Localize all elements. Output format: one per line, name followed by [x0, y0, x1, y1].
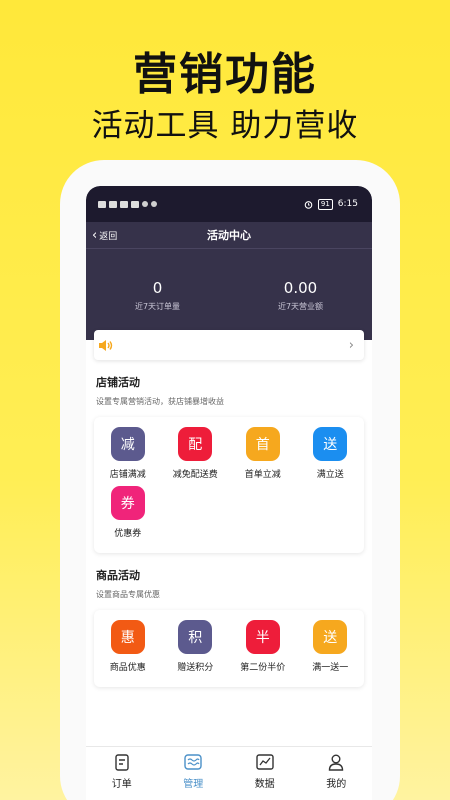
shop-section-desc: 设置专属营销活动，获店铺暴增收益: [96, 397, 224, 406]
stat-orders-label: 近7天订单量: [134, 302, 181, 311]
app-notify-icon: [131, 200, 139, 208]
user-icon: [328, 753, 344, 771]
promo-title: 营销功能: [133, 49, 317, 100]
wechat-icon: [142, 201, 148, 207]
battery-level: 91: [317, 198, 333, 210]
tool-label: 优惠券: [114, 529, 142, 539]
manage-icon: [184, 753, 202, 771]
tool-label: 减免配送费: [172, 470, 218, 480]
speaker-icon: [98, 338, 116, 352]
chevron-left-icon: ‹: [92, 227, 98, 243]
tab-manage[interactable]: 管理: [158, 747, 230, 800]
bottom-tab-bar: 订单 管理 数据 我的: [86, 746, 372, 800]
tool-goods-discount[interactable]: 惠 商品优惠: [94, 620, 162, 673]
promo-subtitle: 活动工具 助力营收: [91, 108, 359, 144]
tool-label: 满立送: [316, 470, 344, 480]
bogo-icon: 送: [313, 620, 348, 654]
status-time: 6:15: [337, 199, 358, 209]
stats-panel: 0 近7天订单量 0.00 近7天营业额: [86, 248, 372, 340]
tool-label: 赠送积分: [177, 663, 214, 673]
goods-discount-icon: 惠: [110, 620, 145, 654]
stat-revenue-label: 近7天营业额: [277, 302, 324, 311]
app-screen: 91 6:15 ‹ 返回 活动中心 0 近7天订单量 0.00 近7天营业额 ›…: [86, 186, 372, 800]
points-icon: 积: [178, 620, 213, 654]
alarm-icon: [304, 200, 313, 209]
nav-bar: ‹ 返回 活动中心: [86, 222, 372, 248]
chevron-right-icon: ›: [348, 337, 354, 353]
tab-data[interactable]: 数据: [229, 747, 301, 800]
tool-label: 满一送一: [312, 663, 349, 673]
goods-section-header: 商品活动 设置商品专属优惠: [86, 553, 372, 600]
status-bar: 91 6:15: [86, 186, 372, 222]
gift-icon: 送: [313, 427, 348, 461]
signal-icon: [109, 200, 117, 208]
notice-bar[interactable]: ›: [94, 330, 364, 360]
tool-label: 商品优惠: [109, 663, 146, 673]
stat-orders: 0 近7天订单量: [86, 279, 229, 312]
shop-section-title: 店铺活动: [96, 376, 140, 389]
discount-icon: 减: [110, 427, 145, 461]
tool-label: 第二份半价: [240, 663, 286, 673]
tool-buy-one-get-one[interactable]: 送 满一送一: [297, 620, 365, 673]
tab-label: 我的: [326, 779, 347, 790]
tool-label: 首单立减: [244, 470, 281, 480]
order-icon: [115, 753, 129, 771]
tool-gift-on-spend[interactable]: 送 满立送: [297, 427, 365, 480]
tab-orders[interactable]: 订单: [86, 747, 158, 800]
first-order-icon: 首: [245, 427, 280, 461]
wifi-icon: [120, 200, 128, 208]
tab-me[interactable]: 我的: [301, 747, 373, 800]
tool-label: 店铺满减: [109, 470, 146, 480]
goods-section-title: 商品活动: [96, 569, 140, 582]
notification-icon: [98, 200, 106, 208]
goods-section-desc: 设置商品专属优惠: [96, 590, 160, 599]
stat-revenue: 0.00 近7天营业额: [229, 279, 372, 312]
tab-label: 订单: [111, 779, 132, 790]
back-label: 返回: [99, 231, 118, 242]
status-icons-left: [98, 200, 157, 208]
tab-label: 数据: [254, 779, 275, 790]
tool-first-order[interactable]: 首 首单立减: [229, 427, 297, 480]
tool-free-delivery[interactable]: 配 减免配送费: [162, 427, 230, 480]
tool-bonus-points[interactable]: 积 赠送积分: [162, 620, 230, 673]
chart-icon: [256, 753, 274, 771]
stat-revenue-value: 0.00: [283, 279, 318, 297]
stat-orders-value: 0: [152, 279, 163, 297]
tab-label: 管理: [183, 779, 204, 790]
shop-tools-card: 减 店铺满减 配 减免配送费 首 首单立减 送 满立送 券 优惠券: [94, 417, 364, 553]
tool-coupon[interactable]: 券 优惠券: [94, 486, 162, 539]
tool-half-price[interactable]: 半 第二份半价: [229, 620, 297, 673]
back-button[interactable]: ‹ 返回: [92, 229, 117, 242]
status-icons-right: 91 6:15: [304, 198, 358, 210]
coupon-icon: 券: [110, 486, 145, 520]
goods-tools-card: 惠 商品优惠 积 赠送积分 半 第二份半价 送 满一送一: [94, 610, 364, 687]
tool-shop-discount[interactable]: 减 店铺满减: [94, 427, 162, 480]
half-price-icon: 半: [245, 620, 280, 654]
page-title: 活动中心: [207, 229, 251, 242]
delivery-icon: 配: [178, 427, 213, 461]
shop-section-header: 店铺活动 设置专属营销活动，获店铺暴增收益: [86, 360, 372, 407]
chat-icon: [151, 201, 157, 207]
